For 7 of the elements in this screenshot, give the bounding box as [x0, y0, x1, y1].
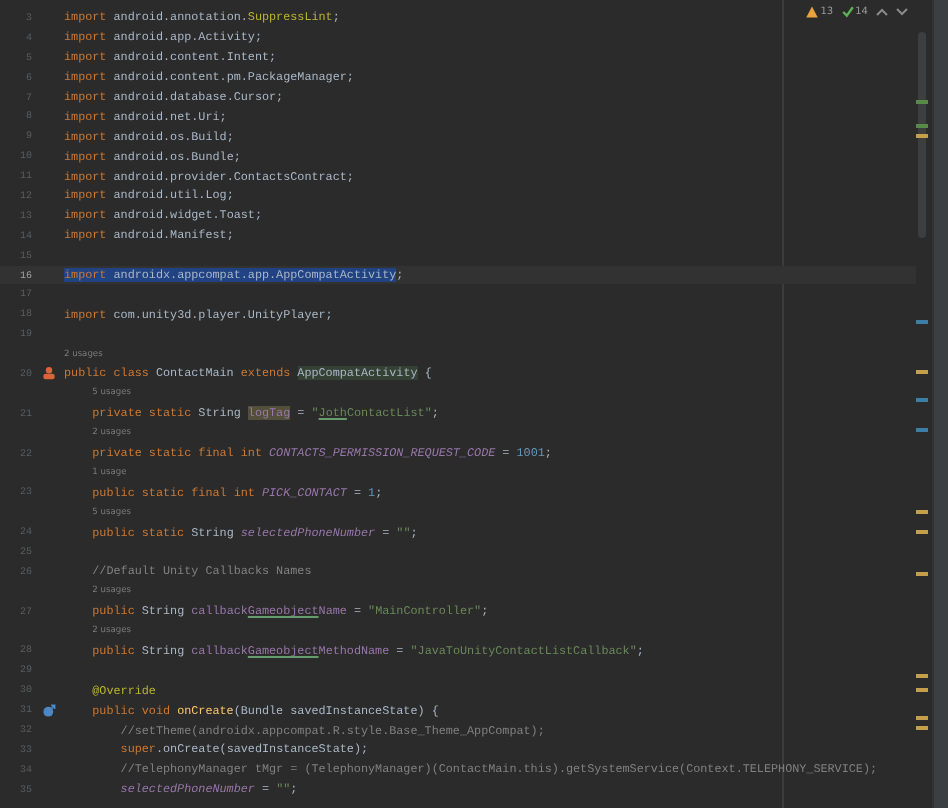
class-icon[interactable] — [41, 366, 55, 381]
warning-icon — [806, 6, 819, 18]
check-icon — [841, 6, 854, 18]
chevron-up-icon[interactable] — [876, 8, 888, 16]
override-icon[interactable] — [41, 703, 55, 718]
chevron-down-icon[interactable] — [896, 8, 908, 16]
code-editor[interactable] — [0, 0, 916, 808]
